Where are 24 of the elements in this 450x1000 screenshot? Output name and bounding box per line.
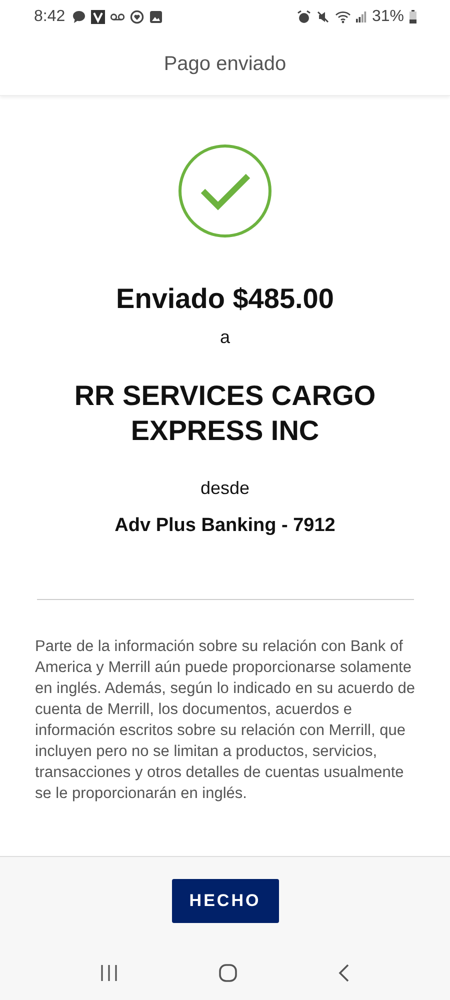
chat-icon	[72, 10, 86, 24]
connector-text: a	[220, 327, 230, 348]
recent-apps-icon[interactable]	[100, 964, 118, 982]
status-time: 8:42	[34, 8, 66, 26]
back-icon[interactable]	[338, 962, 350, 982]
amount-sent: Enviado $485.00	[116, 283, 334, 315]
home-icon[interactable]	[218, 962, 238, 982]
account-name: Adv Plus Banking - 7912	[114, 515, 336, 537]
image-icon	[149, 10, 164, 24]
battery-icon	[409, 10, 417, 24]
check-circle-icon	[177, 143, 273, 239]
alarm-icon	[296, 10, 311, 24]
mute-icon	[316, 10, 330, 24]
battery-percent: 31%	[372, 8, 404, 26]
wifi-icon	[334, 10, 351, 24]
disclaimer-text: Parte de la información sobre su relación con Bank of America y Merrill aún puede proporcionarse solamente en inglés. Además, según lo indicado en su acuerdo de cuenta de Merrill, los documentos, acuerdos e información escritos sobre su relación con Merrill, que incluyen pero no se limitan a productos, servicios, transacciones y otros detalles de cuentas usualmente se le proporcionarán en inglés.	[35, 637, 415, 804]
heart-circle-icon	[130, 10, 144, 24]
voicemail-icon	[110, 12, 126, 22]
done-button[interactable]: HECHO	[172, 879, 278, 923]
payee-name: RR SERVICES CARGO EXPRESS INC	[73, 379, 377, 448]
app-icon	[91, 10, 106, 24]
connector-text: desde	[200, 478, 250, 499]
signal-icon	[356, 10, 367, 22]
screen-title: Pago enviado	[164, 52, 286, 76]
